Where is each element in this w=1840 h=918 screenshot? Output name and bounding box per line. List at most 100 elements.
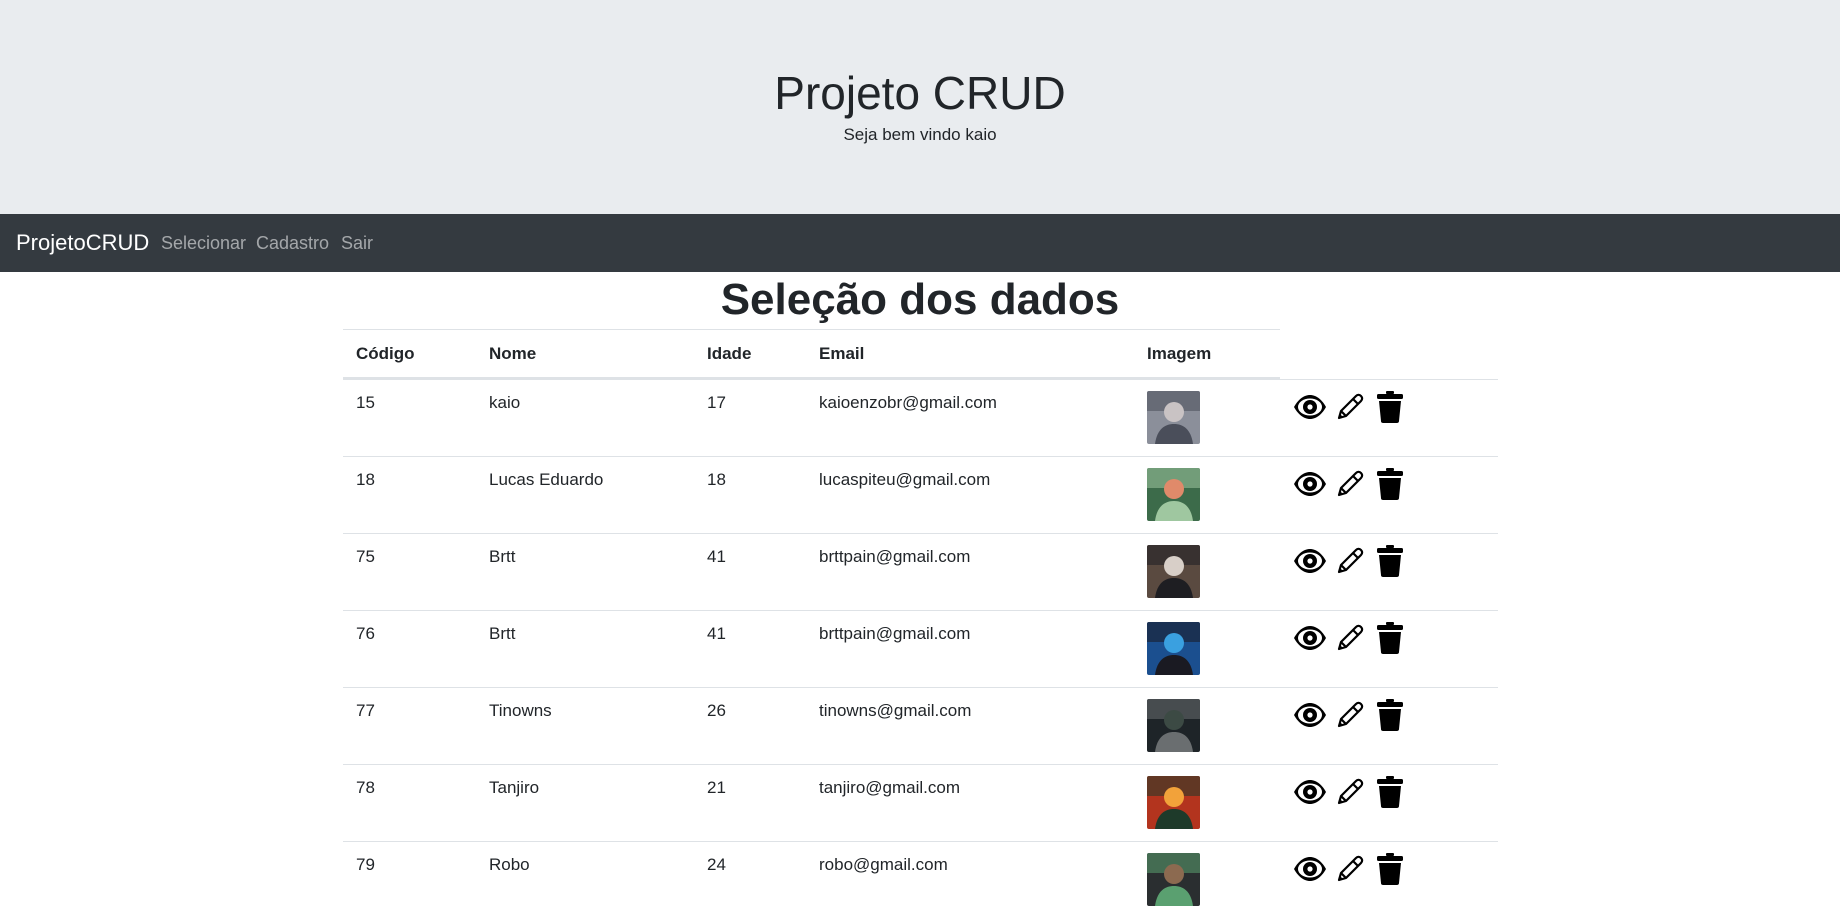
cell-idade: 17 [707,393,726,412]
edit-button[interactable] [1333,852,1367,886]
table-row: 75 Brtt 41 brttpain@gmail.com [343,533,1498,610]
view-button[interactable] [1293,544,1327,578]
cell-codigo: 15 [356,393,375,412]
column-header-idade: Idade [707,344,752,363]
eye-icon [1293,702,1327,728]
cell-email: lucaspiteu@gmail.com [819,470,991,489]
cell-codigo: 76 [356,624,375,643]
cell-nome: Robo [489,855,530,874]
trash-icon [1375,852,1405,886]
view-button[interactable] [1293,467,1327,501]
cell-nome: Lucas Eduardo [489,470,604,489]
row-divider [343,610,1498,611]
row-actions [1293,774,1407,810]
table-row: 78 Tanjiro 21 tanjiro@gmail.com [343,764,1498,841]
row-actions [1293,851,1407,887]
view-button[interactable] [1293,698,1327,732]
delete-button[interactable] [1373,544,1407,578]
pencil-icon [1334,699,1366,731]
user-image-thumbnail [1147,853,1200,906]
table-row: 18 Lucas Eduardo 18 lucaspiteu@gmail.com [343,456,1498,533]
view-button[interactable] [1293,621,1327,655]
column-header-imagem: Imagem [1147,344,1212,363]
view-button[interactable] [1293,852,1327,886]
eye-icon [1293,625,1327,651]
row-actions [1293,389,1407,425]
row-divider [343,687,1498,688]
eye-icon [1293,471,1327,497]
navbar-brand[interactable]: ProjetoCRUD [16,214,149,272]
user-image-thumbnail [1147,545,1200,598]
trash-icon [1375,775,1405,809]
nav-link-selecionar[interactable]: Selecionar [161,214,246,272]
delete-button[interactable] [1373,467,1407,501]
edit-button[interactable] [1333,698,1367,732]
cell-nome: Tinowns [489,701,552,720]
jumbotron-header: Projeto CRUD Seja bem vindo kaio [0,0,1840,214]
table-row: 77 Tinowns 26 tinowns@gmail.com [343,687,1498,764]
table-row: 76 Brtt 41 brttpain@gmail.com [343,610,1498,687]
column-header-email: Email [819,344,865,363]
cell-codigo: 75 [356,547,375,566]
table-row: 15 kaio 17 kaioenzobr@gmail.com [343,379,1498,456]
trash-icon [1375,467,1405,501]
page-title: Projeto CRUD [774,67,1066,119]
pencil-icon [1334,776,1366,808]
user-image-thumbnail [1147,699,1200,752]
trash-icon [1375,390,1405,424]
row-divider [343,379,1498,380]
pencil-icon [1334,622,1366,654]
cell-email: tinowns@gmail.com [819,701,972,720]
eye-icon [1293,394,1327,420]
cell-idade: 41 [707,624,726,643]
table-row: 79 Robo 24 robo@gmail.com [343,841,1498,918]
edit-button[interactable] [1333,544,1367,578]
user-image-thumbnail [1147,622,1200,675]
row-divider [343,841,1498,842]
edit-button[interactable] [1333,775,1367,809]
cell-codigo: 18 [356,470,375,489]
delete-button[interactable] [1373,775,1407,809]
column-header-nome: Nome [489,344,537,363]
cell-idade: 24 [707,855,726,874]
edit-button[interactable] [1333,621,1367,655]
cell-email: tanjiro@gmail.com [819,778,961,797]
edit-button[interactable] [1333,467,1367,501]
trash-icon [1375,621,1405,655]
view-button[interactable] [1293,775,1327,809]
welcome-message: Seja bem vindo kaio [843,125,997,144]
cell-nome: kaio [489,393,521,412]
nav-link-cadastro[interactable]: Cadastro [256,214,329,272]
cell-nome: Brtt [489,624,516,643]
cell-email: kaioenzobr@gmail.com [819,393,997,412]
row-actions [1293,543,1407,579]
eye-icon [1293,856,1327,882]
trash-icon [1375,544,1405,578]
delete-button[interactable] [1373,390,1407,424]
cell-idade: 18 [707,470,726,489]
cell-nome: Brtt [489,547,516,566]
edit-button[interactable] [1333,390,1367,424]
cell-codigo: 78 [356,778,375,797]
row-divider [343,533,1498,534]
nav-link-sair[interactable]: Sair [341,214,373,272]
pencil-icon [1334,468,1366,500]
cell-email: brttpain@gmail.com [819,624,971,643]
row-divider [343,456,1498,457]
cell-email: robo@gmail.com [819,855,948,874]
row-actions [1293,697,1407,733]
delete-button[interactable] [1373,621,1407,655]
row-actions [1293,466,1407,502]
delete-button[interactable] [1373,698,1407,732]
user-image-thumbnail [1147,468,1200,521]
user-image-thumbnail [1147,391,1200,444]
eye-icon [1293,548,1327,574]
delete-button[interactable] [1373,852,1407,886]
pencil-icon [1334,545,1366,577]
cell-codigo: 77 [356,701,375,720]
cell-idade: 26 [707,701,726,720]
view-button[interactable] [1293,390,1327,424]
table-header-top-border [343,329,1280,330]
cell-idade: 21 [707,778,726,797]
column-header-codigo: Código [356,344,415,363]
